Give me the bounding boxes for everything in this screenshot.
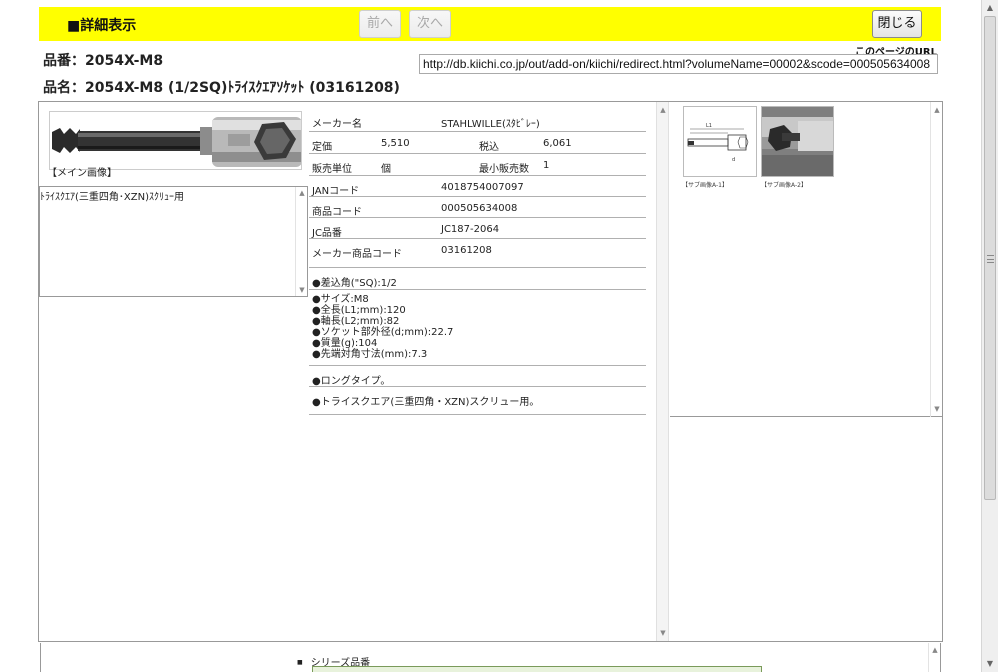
sub-image-1[interactable]: L1 d bbox=[683, 106, 757, 177]
spec-row-code: 商品コード 000505634008 bbox=[309, 197, 646, 218]
spec-value: 03161208 bbox=[441, 245, 492, 256]
dim-line: ●先端対角寸法(mm):7.3 bbox=[312, 349, 428, 360]
feature-text: ●差込角("SQ):1/2 bbox=[312, 278, 397, 289]
close-button[interactable]: 閉じる bbox=[872, 10, 922, 38]
socket-photo-icon bbox=[762, 107, 833, 176]
detail-frame: 【メイン画像】 ﾄﾗｲｽｸｴｱ(三重四角･XZN)ｽｸﾘｭｰ用 ▲ ▼ メーカー… bbox=[38, 101, 943, 642]
spec-label: JC品番 bbox=[312, 228, 342, 239]
spec-value: 6,061 bbox=[543, 138, 572, 149]
header-bar: ■詳細表示 前へ 次へ 閉じる bbox=[39, 7, 941, 41]
feature-text: ●トライスクエア(三重四角・XZN)スクリュー用。 bbox=[312, 397, 540, 408]
spec-table: メーカー名 STAHLWILLE(ｽﾀﾋﾞﾚｰ) 定価 5,510 税込 6,0… bbox=[309, 109, 646, 415]
svg-text:L1: L1 bbox=[706, 123, 712, 129]
spec-row-feature2: ●ロングタイプ。 bbox=[309, 366, 646, 387]
next-button[interactable]: 次へ bbox=[409, 10, 451, 38]
up-arrow-icon[interactable]: ▲ bbox=[929, 646, 941, 654]
spec-label: 販売単位 bbox=[312, 164, 352, 175]
spec-value: 000505634008 bbox=[441, 203, 518, 214]
dim-line: ●全長(L1;mm):120 bbox=[312, 305, 406, 316]
spec-row-feature3: ●トライスクエア(三重四角・XZN)スクリュー用。 bbox=[309, 387, 646, 415]
spec-label: 定価 bbox=[312, 142, 332, 153]
socket-drawing-icon: L1 d bbox=[684, 107, 756, 176]
grip-icon bbox=[987, 255, 994, 263]
spec-row-price: 定価 5,510 税込 6,061 bbox=[309, 132, 646, 154]
up-arrow-icon[interactable]: ▲ bbox=[296, 189, 308, 197]
socket-image-icon bbox=[50, 112, 301, 169]
spec-value: 4018754007097 bbox=[441, 182, 524, 193]
spec-value: 1 bbox=[543, 160, 550, 171]
down-arrow-icon[interactable]: ▼ bbox=[296, 286, 308, 294]
down-arrow-icon[interactable]: ▼ bbox=[657, 629, 669, 637]
spec-row-unit: 販売単位 個 最小販売数 1 bbox=[309, 154, 646, 176]
spec-row-maker: メーカー名 STAHLWILLE(ｽﾀﾋﾞﾚｰ) bbox=[309, 109, 646, 132]
dim-line: ●ソケット部外径(d;mm):22.7 bbox=[312, 327, 454, 338]
sub-image-2[interactable] bbox=[761, 106, 834, 177]
note-scrollbar[interactable]: ▲ ▼ bbox=[295, 187, 307, 296]
spec-row-makercode: メーカー商品コード 03161208 bbox=[309, 239, 646, 268]
spec-row-jc: JC品番 JC187-2064 bbox=[309, 218, 646, 239]
series-scrollbar[interactable]: ▲ bbox=[928, 643, 940, 672]
svg-text:d: d bbox=[732, 157, 735, 163]
spec-scrollbar[interactable]: ▲ ▼ bbox=[656, 102, 669, 641]
spec-value: 個 bbox=[381, 164, 391, 175]
spec-label: 最小販売数 bbox=[479, 164, 529, 175]
prev-button[interactable]: 前へ bbox=[359, 10, 401, 38]
page-title: ■詳細表示 bbox=[67, 18, 137, 34]
spec-label: メーカー名 bbox=[312, 119, 362, 130]
main-image[interactable] bbox=[49, 111, 302, 170]
spec-label: メーカー商品コード bbox=[312, 249, 402, 260]
series-table bbox=[312, 666, 762, 672]
main-image-caption: 【メイン画像】 bbox=[47, 168, 117, 179]
dim-line: ●サイズ:M8 bbox=[312, 294, 369, 305]
spec-value: JC187-2064 bbox=[441, 224, 500, 235]
down-arrow-icon[interactable]: ▼ bbox=[931, 405, 943, 413]
up-arrow-icon[interactable]: ▲ bbox=[657, 106, 669, 114]
feature-text: ●ロングタイプ。 bbox=[312, 376, 391, 387]
sub-image-panel: L1 d 【サブ画像A-1】 【サブ画像A-2】 ▲ ▼ bbox=[670, 102, 942, 417]
scroll-up-icon[interactable]: ▲ bbox=[982, 0, 998, 16]
up-arrow-icon[interactable]: ▲ bbox=[931, 106, 943, 114]
scroll-thumb[interactable] bbox=[984, 16, 996, 500]
dims-block: ●サイズ:M8 ●全長(L1;mm):120 ●軸長(L2;mm):82 ●ソケ… bbox=[309, 290, 646, 366]
sub-image-caption: 【サブ画像A-2】 bbox=[761, 182, 807, 189]
spec-label: 税込 bbox=[479, 142, 499, 153]
page-scrollbar[interactable]: ▲ ▼ bbox=[981, 0, 998, 672]
spec-value: 5,510 bbox=[381, 138, 410, 149]
product-number: 品番：2054X-M8 bbox=[43, 53, 164, 69]
dim-line: ●軸長(L2;mm):82 bbox=[312, 316, 400, 327]
scroll-down-icon[interactable]: ▼ bbox=[982, 656, 998, 672]
series-frame: シリーズ品番 ▲ bbox=[40, 643, 941, 672]
page-url-field[interactable]: http://db.kiichi.co.jp/out/add-on/kiichi… bbox=[419, 54, 938, 74]
note-textarea[interactable]: ﾄﾗｲｽｸｴｱ(三重四角･XZN)ｽｸﾘｭｰ用 ▲ ▼ bbox=[39, 186, 308, 297]
product-name: 品名：2054X-M8 (1/2SQ)ﾄﾗｲｽｸｴｱｿｹｯﾄ (03161208… bbox=[43, 80, 400, 96]
sub-image-scrollbar[interactable]: ▲ ▼ bbox=[930, 102, 942, 417]
spec-row-jan: JANコード 4018754007097 bbox=[309, 176, 646, 197]
spec-label: 商品コード bbox=[312, 207, 362, 218]
spec-value: STAHLWILLE(ｽﾀﾋﾞﾚｰ) bbox=[441, 119, 540, 130]
spec-label: JANコード bbox=[312, 186, 360, 197]
note-text: ﾄﾗｲｽｸｴｱ(三重四角･XZN)ｽｸﾘｭｰ用 bbox=[40, 192, 184, 203]
spec-row-feature1: ●差込角("SQ):1/2 bbox=[309, 268, 646, 290]
sub-image-caption: 【サブ画像A-1】 bbox=[682, 182, 728, 189]
dim-line: ●質量(g):104 bbox=[312, 338, 378, 349]
